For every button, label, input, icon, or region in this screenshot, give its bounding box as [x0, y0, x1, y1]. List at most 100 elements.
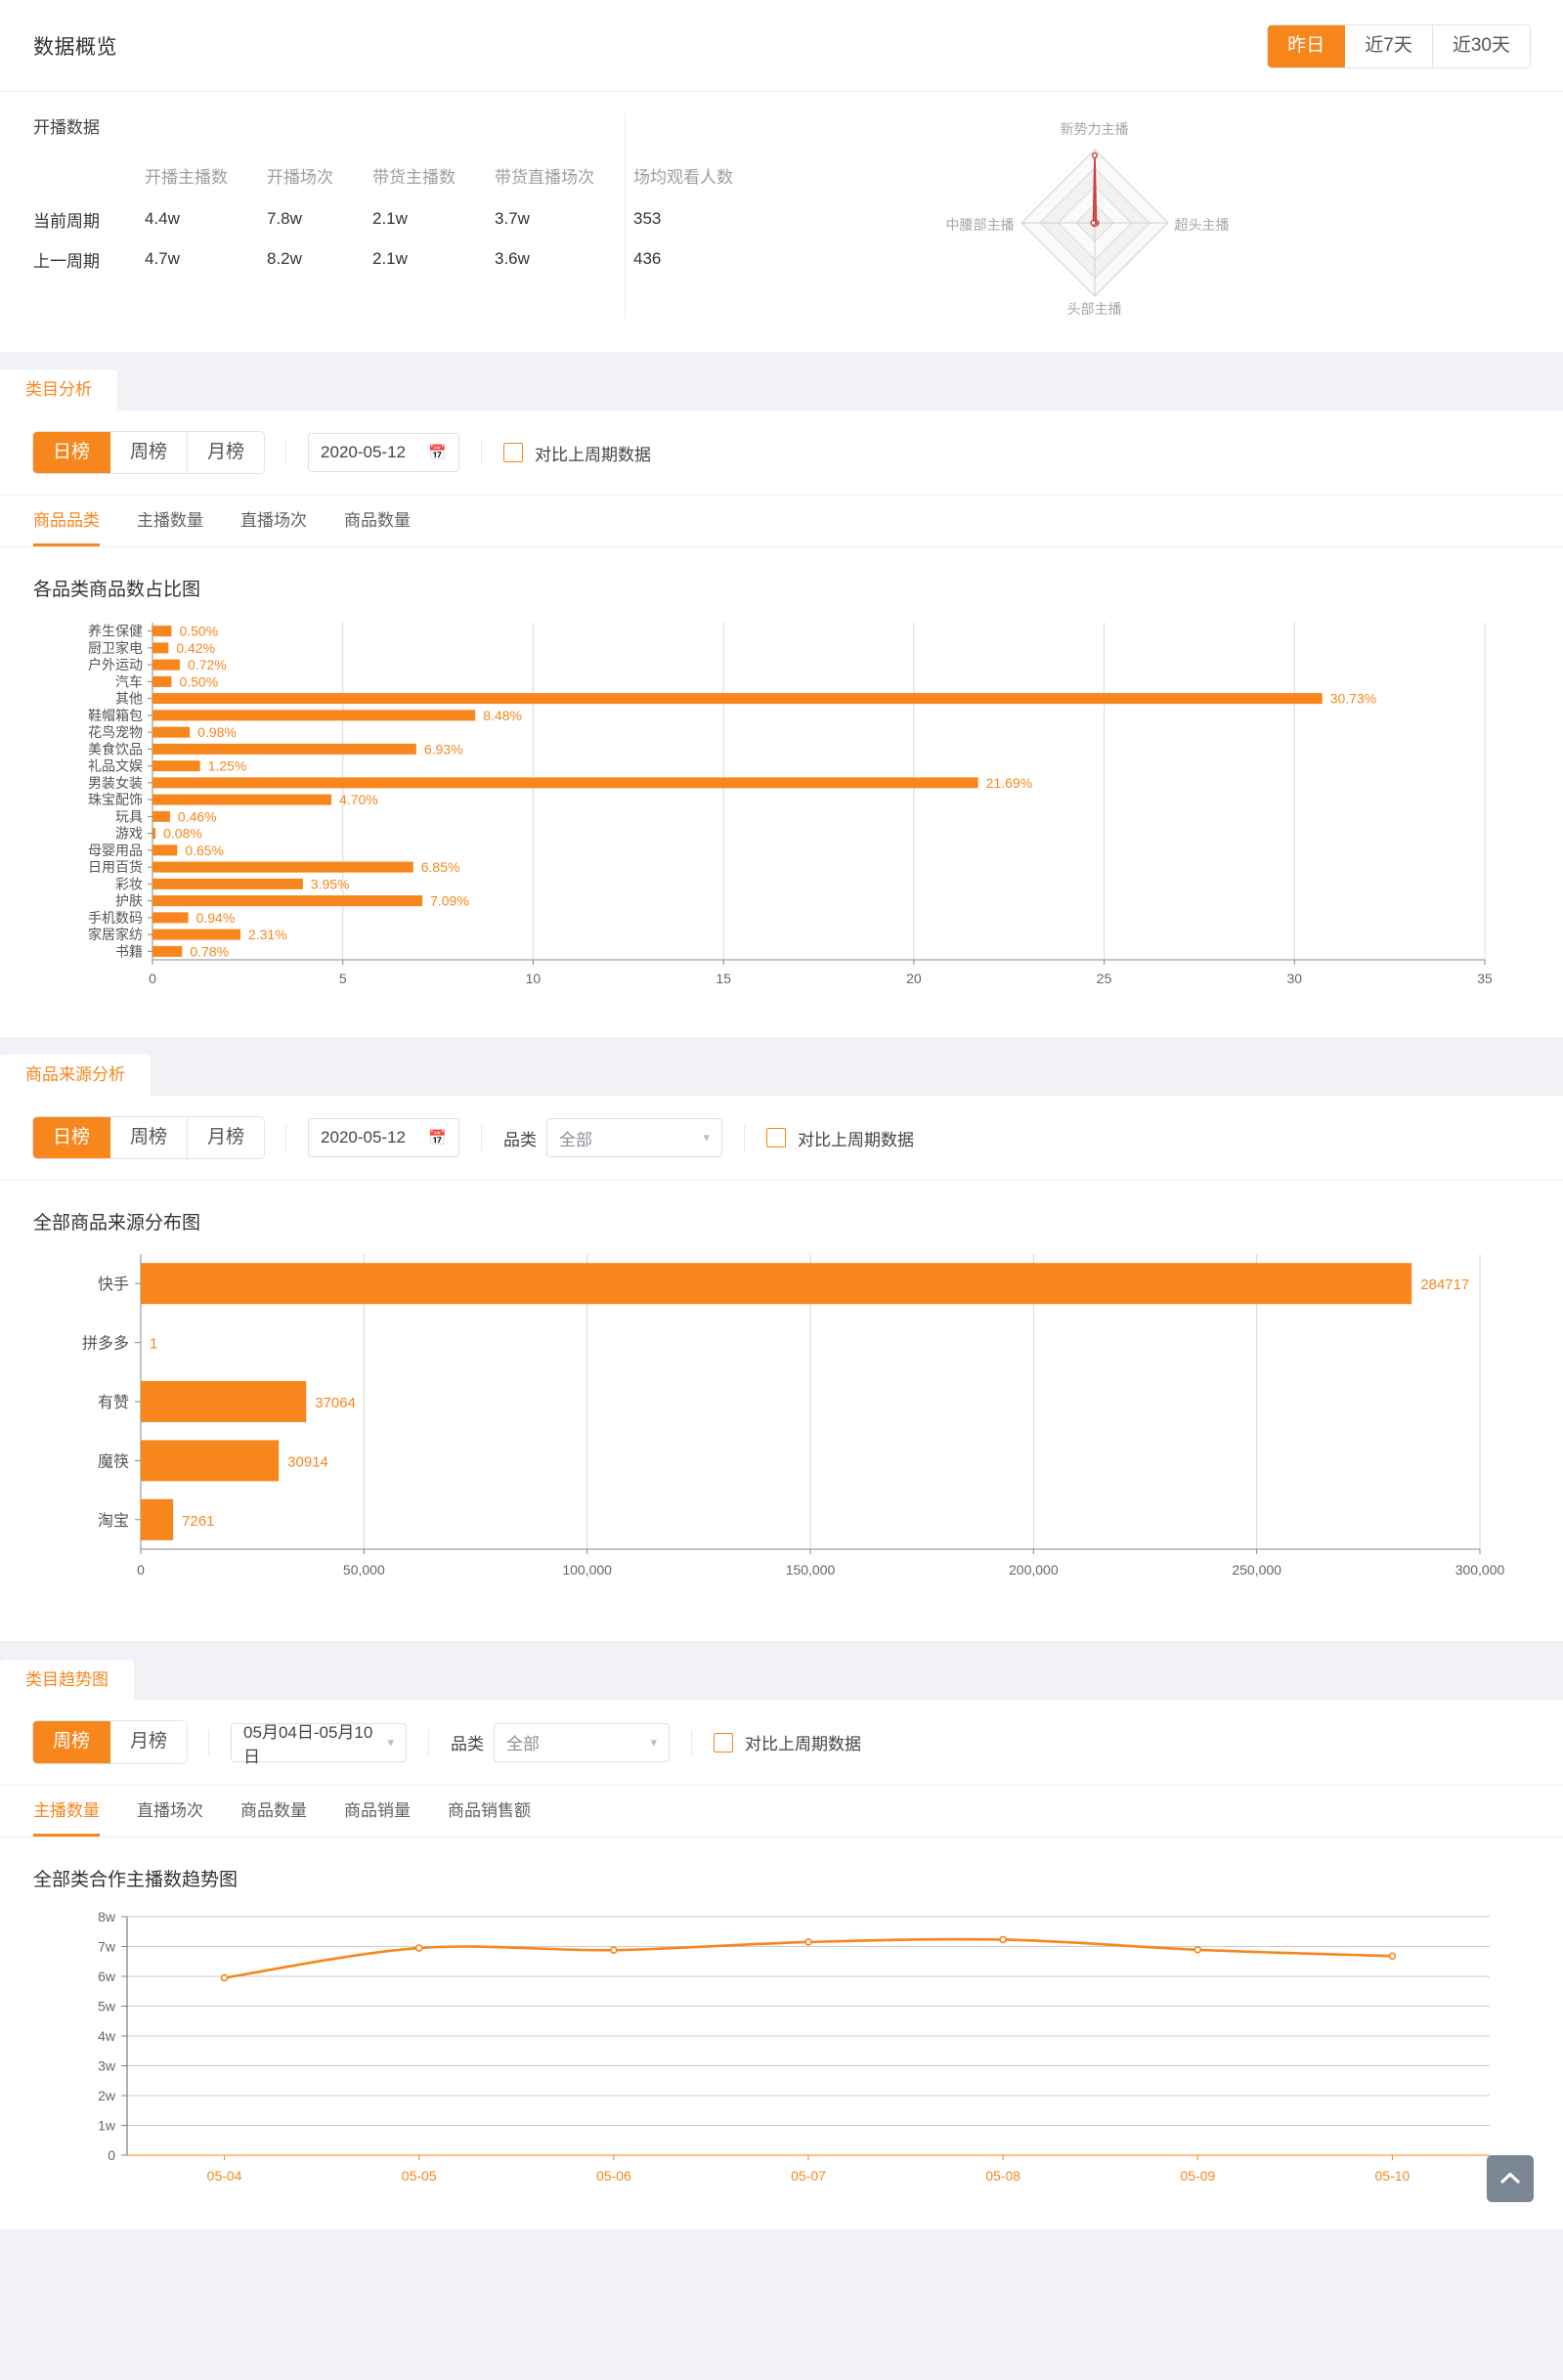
date-range-segmented-control[interactable]: 昨日 近7天 近30天: [1268, 25, 1530, 67]
svg-text:05-05: 05-05: [402, 2168, 437, 2184]
checkbox-box-icon: [503, 443, 524, 463]
svg-text:21.69%: 21.69%: [986, 775, 1032, 791]
subtab-anchor-count[interactable]: 主播数量: [33, 1786, 100, 1837]
svg-text:150,000: 150,000: [786, 1562, 836, 1578]
category-compare-checkbox[interactable]: 对比上周期数据: [503, 441, 651, 465]
svg-text:6.85%: 6.85%: [421, 859, 460, 875]
divider: [285, 440, 287, 466]
rank-button-monthly[interactable]: 月榜: [110, 1721, 188, 1764]
svg-text:书籍: 书籍: [115, 943, 143, 959]
trend-chart-area: 0 1w 2w 3w 4w 5w 6w 7w 8w 05-04 05-05 05-06 05-07 05-…: [0, 1891, 1563, 2229]
subtab-product-sales-amount[interactable]: 商品销售额: [448, 1786, 531, 1836]
rank-button-weekly[interactable]: 周榜: [110, 431, 189, 474]
svg-text:礼品文娱: 礼品文娱: [88, 757, 143, 773]
range-button-7days[interactable]: 近7天: [1345, 25, 1433, 67]
cell-current-sessions: 7.8w: [267, 209, 302, 229]
anchor-count-trend-chart: 0 1w 2w 3w 4w 5w 6w 7w 8w 05-04 05-05 05-06 05-07 05-…: [98, 1909, 1490, 2184]
radar-axis-label-bottom: 头部主播: [1066, 300, 1122, 317]
rank-button-daily[interactable]: 日榜: [33, 1116, 111, 1159]
svg-text:0.78%: 0.78%: [190, 943, 229, 959]
back-to-top-button[interactable]: [1487, 2154, 1534, 2202]
divider: [481, 440, 483, 466]
source-category-select[interactable]: 全部 ▾: [546, 1118, 723, 1158]
range-button-30days[interactable]: 近30天: [1432, 25, 1530, 67]
range-button-yesterday[interactable]: 昨日: [1268, 25, 1346, 67]
subtab-live-sessions[interactable]: 直播场次: [240, 496, 307, 545]
svg-text:30.73%: 30.73%: [1330, 690, 1376, 706]
subtab-product-count[interactable]: 商品数量: [344, 496, 411, 545]
category-share-bar-chart: 0 5 10 15 20 25 30 35 养生保健 0.50% 厨卫家电 0.42% 户外运动 0.72…: [88, 622, 1493, 986]
svg-text:05-04: 05-04: [207, 2168, 242, 2184]
category-date-value: 2020-05-12: [321, 443, 407, 462]
svg-text:1: 1: [150, 1336, 157, 1353]
svg-text:6w: 6w: [98, 1969, 116, 1984]
rank-button-daily[interactable]: 日榜: [33, 431, 111, 474]
divider: [208, 1729, 210, 1755]
svg-text:0: 0: [149, 971, 156, 986]
subtab-anchor-count[interactable]: 主播数量: [137, 496, 203, 545]
rank-button-weekly[interactable]: 周榜: [33, 1721, 111, 1764]
radar-axis-label-top: 新势力主播: [1060, 120, 1129, 137]
rank-button-monthly[interactable]: 月榜: [188, 431, 265, 474]
svg-text:8w: 8w: [98, 1909, 116, 1925]
svg-text:7w: 7w: [98, 1938, 116, 1954]
svg-text:10: 10: [526, 971, 542, 986]
svg-text:魔筷: 魔筷: [98, 1453, 129, 1471]
svg-text:1w: 1w: [98, 2117, 116, 2133]
tab-category-analysis[interactable]: 类目分析: [0, 369, 117, 411]
source-category-label: 品类: [503, 1130, 538, 1149]
cell-previous-sessions: 8.2w: [267, 249, 302, 269]
source-filters: 日榜 周榜 月榜 2020-05-12 📅 品类 全部 ▾ 对比上周期数据: [0, 1096, 1563, 1182]
svg-text:5w: 5w: [98, 1998, 116, 2013]
source-date-value: 2020-05-12: [321, 1128, 407, 1147]
cell-previous-selling-anchors: 2.1w: [372, 249, 408, 269]
trend-rank-segmented-control[interactable]: 周榜 月榜: [33, 1721, 188, 1764]
subtab-product-count[interactable]: 商品数量: [240, 1786, 307, 1836]
svg-text:玩具: 玩具: [115, 808, 143, 824]
svg-text:日用百货: 日用百货: [88, 859, 143, 875]
source-date-picker[interactable]: 2020-05-12 📅: [308, 1118, 460, 1158]
source-compare-checkbox[interactable]: 对比上周期数据: [766, 1126, 914, 1150]
svg-text:淘宝: 淘宝: [98, 1512, 129, 1530]
category-chart-area: 0 5 10 15 20 25 30 35 养生保健 0.50% 厨卫家电 0.42% 户外运动 0.72…: [0, 601, 1563, 1037]
trend-category-select[interactable]: 全部 ▾: [494, 1722, 671, 1762]
svg-text:手机数码: 手机数码: [88, 910, 143, 926]
svg-text:美食饮品: 美食饮品: [88, 741, 143, 757]
category-compare-label: 对比上周期数据: [535, 445, 652, 464]
category-rank-segmented-control[interactable]: 日榜 周榜 月榜: [33, 431, 265, 474]
svg-text:其他: 其他: [115, 690, 143, 706]
svg-text:4.70%: 4.70%: [339, 792, 378, 807]
svg-text:50,000: 50,000: [343, 1562, 385, 1578]
trend-category-value: 全部: [506, 1735, 541, 1754]
trend-date-value: 05月04日-05月10日: [243, 1722, 373, 1766]
trend-compare-label: 对比上周期数据: [745, 1735, 862, 1754]
tab-product-source-analysis[interactable]: 商品来源分析: [0, 1055, 151, 1096]
cell-previous-selling-sessions: 3.6w: [495, 249, 530, 269]
broadcast-stats-label: 开播数据: [33, 117, 100, 137]
chevron-down-icon: ▾: [387, 1734, 395, 1750]
svg-text:0: 0: [137, 1562, 145, 1578]
rank-button-monthly[interactable]: 月榜: [188, 1116, 265, 1159]
tab-category-trend[interactable]: 类目趋势图: [0, 1660, 134, 1701]
svg-text:0.98%: 0.98%: [197, 724, 237, 740]
checkbox-box-icon: [714, 1732, 734, 1753]
cell-previous-anchors: 4.7w: [145, 249, 180, 269]
svg-text:男装女装: 男装女装: [88, 775, 143, 791]
category-date-picker[interactable]: 2020-05-12 📅: [308, 433, 460, 473]
trend-week-select[interactable]: 05月04日-05月10日 ▾: [231, 1722, 408, 1766]
divider: [428, 1729, 430, 1755]
source-rank-segmented-control[interactable]: 日榜 周榜 月榜: [33, 1116, 265, 1159]
subtab-product-category[interactable]: 商品品类: [33, 496, 100, 546]
svg-text:3w: 3w: [98, 2057, 116, 2073]
row-label-current-period: 当前周期: [33, 211, 100, 231]
svg-text:6.93%: 6.93%: [424, 741, 463, 757]
svg-text:35: 35: [1477, 971, 1493, 986]
subtab-product-sales-volume[interactable]: 商品销量: [344, 1786, 411, 1836]
cell-current-selling-sessions: 3.7w: [495, 209, 530, 229]
data-overview-card: 数据概览 昨日 近7天 近30天 开播数据 开播主播数 开播场次 带货主播数 带…: [0, 0, 1563, 352]
col-header-selling-anchors: 带货主播数: [372, 167, 456, 187]
source-chart-title: 全部商品来源分布图: [33, 1213, 201, 1234]
subtab-live-sessions[interactable]: 直播场次: [137, 1786, 203, 1836]
rank-button-weekly[interactable]: 周榜: [110, 1116, 189, 1159]
trend-compare-checkbox[interactable]: 对比上周期数据: [714, 1730, 861, 1754]
